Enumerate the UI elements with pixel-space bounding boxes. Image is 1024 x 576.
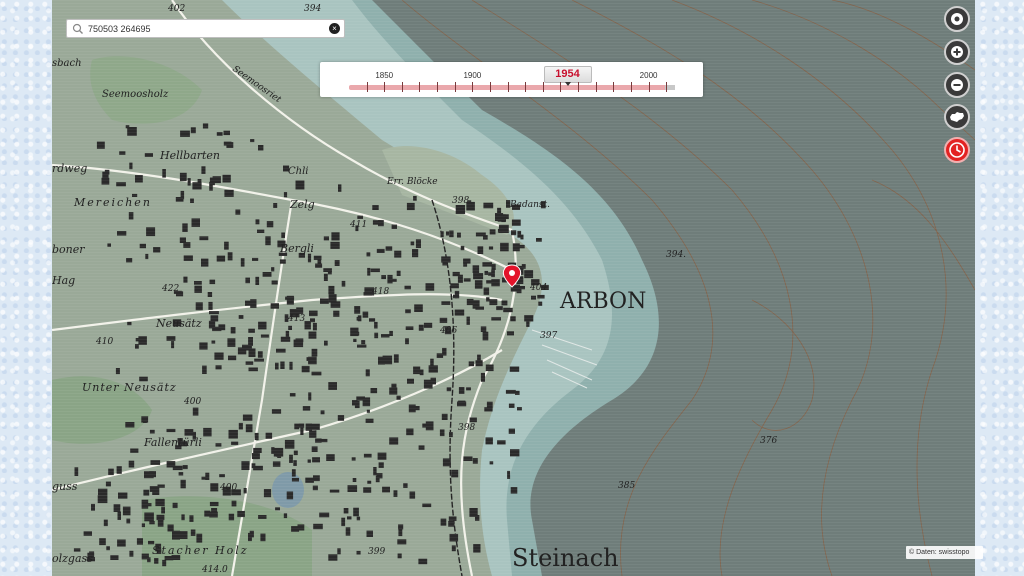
label-rdweg: rdweg bbox=[52, 162, 87, 175]
timeline-track[interactable] bbox=[349, 85, 675, 90]
label-badanst: Badanst. bbox=[509, 200, 550, 210]
svg-text:394.: 394. bbox=[666, 250, 686, 260]
timeline-tick bbox=[384, 82, 386, 92]
label-err-blocke: Err. Blöcke bbox=[386, 177, 438, 187]
label-seemoosholz: Seemoosholz bbox=[102, 89, 169, 100]
search-icon bbox=[72, 23, 83, 34]
coordinate-search-box[interactable]: × bbox=[66, 19, 345, 38]
svg-text:413: 413 bbox=[287, 314, 305, 324]
switzerland-view-button[interactable] bbox=[944, 104, 970, 130]
svg-text:410: 410 bbox=[95, 337, 113, 347]
timeline-tick bbox=[401, 82, 403, 92]
timeline-tick bbox=[489, 82, 491, 92]
timeline-tick bbox=[666, 82, 668, 92]
label-chli: Chli bbox=[288, 166, 309, 177]
svg-text:404: 404 bbox=[529, 283, 547, 293]
label-hag: Hag bbox=[52, 274, 75, 287]
clear-icon[interactable]: × bbox=[329, 23, 340, 34]
timeline-tick bbox=[366, 82, 368, 92]
label-mereichen: Mereichen bbox=[73, 196, 152, 209]
clock-icon bbox=[949, 142, 965, 158]
minus-icon bbox=[951, 79, 963, 91]
label-hellbarten: Hellbarten bbox=[159, 149, 220, 162]
timeline-slider[interactable]: 1850 1900 2000 1954 bbox=[320, 62, 703, 97]
timeline-tick bbox=[595, 82, 597, 92]
timeline-tick bbox=[578, 82, 580, 92]
timeline-tick bbox=[507, 82, 509, 92]
zoom-in-button[interactable] bbox=[944, 39, 970, 65]
switzerland-icon bbox=[950, 112, 964, 122]
label-guss: guss bbox=[52, 480, 78, 493]
svg-text:402: 402 bbox=[167, 4, 185, 14]
svg-text:394: 394 bbox=[304, 4, 321, 14]
svg-text:418: 418 bbox=[371, 287, 389, 297]
year-label-1900: 1900 bbox=[463, 71, 482, 80]
label-olzgass: olzgass bbox=[52, 552, 93, 565]
timeline-tick bbox=[419, 82, 421, 92]
timeline-tick bbox=[648, 82, 650, 92]
timeline-tick bbox=[630, 82, 632, 92]
svg-text:385: 385 bbox=[618, 481, 635, 491]
svg-text:398: 398 bbox=[452, 196, 469, 206]
attribution: © Daten: swisstopo bbox=[906, 546, 983, 559]
label-zelg: Zelg bbox=[289, 198, 315, 211]
year-label-2000: 2000 bbox=[639, 71, 658, 80]
timeline-handle-selected-year[interactable]: 1954 bbox=[543, 66, 592, 86]
search-input[interactable] bbox=[86, 20, 329, 37]
svg-text:422: 422 bbox=[161, 284, 179, 294]
svg-text:397: 397 bbox=[540, 331, 557, 341]
timeline-tick bbox=[437, 82, 439, 92]
label-unter-neusatz: Unter Neusätz bbox=[82, 381, 177, 394]
label-fallenturli: Fallentürli bbox=[143, 436, 202, 449]
timeline-tick bbox=[542, 82, 544, 92]
svg-text:398: 398 bbox=[458, 423, 475, 433]
timeline-tick bbox=[525, 82, 527, 92]
svg-text:414.0: 414.0 bbox=[201, 565, 228, 575]
label-sbach: sbach bbox=[52, 58, 82, 69]
svg-text:376: 376 bbox=[760, 436, 777, 446]
zoom-out-button[interactable] bbox=[944, 72, 970, 98]
label-neusatz: Neusätz bbox=[155, 317, 202, 330]
svg-text:411: 411 bbox=[349, 220, 367, 230]
timeline-tick bbox=[613, 82, 615, 92]
locate-button[interactable] bbox=[944, 6, 970, 32]
target-icon bbox=[951, 13, 963, 25]
year-label-1850: 1850 bbox=[375, 71, 394, 80]
svg-text:400: 400 bbox=[183, 397, 201, 407]
label-stacher-holz: Stacher Holz bbox=[152, 544, 249, 557]
label-bergli: Bergli bbox=[279, 242, 314, 255]
label-arbon: ARBON bbox=[559, 289, 646, 314]
timeline-tick bbox=[454, 82, 456, 92]
svg-text:400: 400 bbox=[219, 483, 237, 493]
timeline-tick bbox=[472, 82, 474, 92]
svg-text:399: 399 bbox=[368, 547, 385, 557]
timetravel-button[interactable] bbox=[944, 137, 970, 163]
label-boner: boner bbox=[52, 243, 85, 256]
label-steinach: Steinach bbox=[512, 544, 619, 572]
svg-text:406: 406 bbox=[439, 326, 457, 336]
timeline-tick bbox=[560, 82, 562, 92]
plus-icon bbox=[951, 46, 963, 58]
